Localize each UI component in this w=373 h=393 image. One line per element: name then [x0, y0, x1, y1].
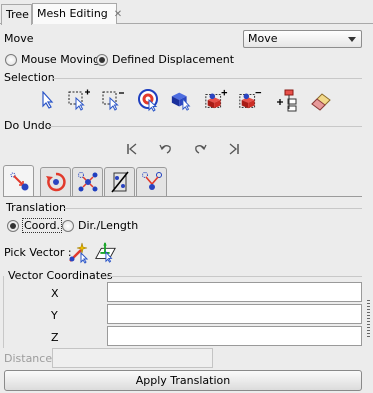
snap-tab-icon[interactable] — [136, 167, 167, 196]
radio-dir-length[interactable]: Dir./Length — [62, 219, 138, 232]
tab-tree-label: Tree — [6, 8, 29, 21]
radio-mouse-moving-button[interactable] — [5, 53, 17, 66]
tree-add-icon[interactable] — [275, 88, 299, 112]
tab-tree[interactable]: Tree — [1, 4, 32, 25]
box-select-add-icon[interactable] — [67, 88, 91, 112]
pick-vector-label: Pick Vector : — [4, 246, 72, 259]
cube-pointer-icon[interactable] — [170, 88, 194, 112]
x-input[interactable] — [107, 282, 362, 302]
first-icon[interactable] — [122, 139, 142, 159]
undo-icon[interactable] — [156, 139, 176, 159]
z-input[interactable] — [107, 326, 362, 346]
y-input[interactable] — [107, 304, 362, 324]
pointer-icon[interactable] — [36, 88, 60, 112]
splitter-grip[interactable] — [367, 300, 370, 338]
selection-label: Selection — [4, 71, 55, 84]
do-undo-label: Do Undo — [4, 119, 52, 132]
radio-dir-length-button[interactable] — [62, 219, 74, 232]
radio-dir-length-label: Dir./Length — [78, 219, 139, 232]
radio-coord-label: Coord. — [22, 218, 62, 233]
last-icon[interactable] — [224, 139, 244, 159]
apply-translation-label: Apply Translation — [135, 374, 231, 387]
radio-coord-button[interactable] — [7, 219, 19, 232]
move-select[interactable]: Move — [243, 30, 362, 48]
radio-defined-displacement-label: Defined Displacement — [112, 53, 235, 66]
chevron-down-icon — [348, 37, 356, 42]
tab-mesh-editing[interactable]: Mesh Editing ✕ — [32, 3, 122, 24]
redo-icon[interactable] — [190, 139, 210, 159]
rotate-tab-icon[interactable] — [40, 167, 71, 196]
x-label: X — [51, 287, 59, 300]
move-select-value: Move — [248, 32, 278, 45]
pick-vector-wand-icon[interactable] — [67, 240, 91, 264]
apply-translation-button[interactable]: Apply Translation — [4, 370, 362, 391]
radio-mouse-moving-label: Mouse Moving — [21, 53, 100, 66]
radio-mouse-moving[interactable]: Mouse Moving — [5, 53, 100, 66]
radio-defined-displacement[interactable]: Defined Displacement — [96, 53, 234, 66]
pick-vector-plane-icon[interactable] — [93, 240, 117, 264]
move-label: Move — [4, 32, 34, 45]
vector-coordinates-label: Vector Coordinates — [8, 269, 113, 282]
translation-divider — [64, 208, 362, 209]
cube-remove-icon[interactable] — [238, 88, 262, 112]
vector-group-left-border — [3, 276, 4, 348]
mirror-tab-icon[interactable] — [104, 167, 135, 196]
eraser-icon[interactable] — [309, 88, 333, 112]
radio-defined-displacement-button[interactable] — [96, 53, 108, 66]
distance-input[interactable] — [52, 348, 213, 368]
y-label: Y — [51, 309, 58, 322]
do-undo-divider — [48, 126, 362, 127]
target-select-icon[interactable] — [137, 88, 161, 112]
tool-tabs-baseline — [3, 196, 362, 197]
selection-divider — [52, 78, 362, 79]
close-icon[interactable]: ✕ — [114, 9, 122, 20]
translate-tab-icon[interactable] — [3, 165, 34, 196]
cube-add-icon[interactable] — [204, 88, 228, 112]
tab-mesh-editing-label: Mesh Editing — [37, 7, 108, 20]
vector-coordinates-divider — [104, 276, 362, 277]
radio-coord[interactable]: Coord. — [7, 218, 62, 233]
scale-tab-icon[interactable] — [72, 167, 103, 196]
box-select-remove-icon[interactable] — [101, 88, 125, 112]
translation-label: Translation — [6, 201, 66, 214]
z-label: Z — [51, 331, 59, 344]
